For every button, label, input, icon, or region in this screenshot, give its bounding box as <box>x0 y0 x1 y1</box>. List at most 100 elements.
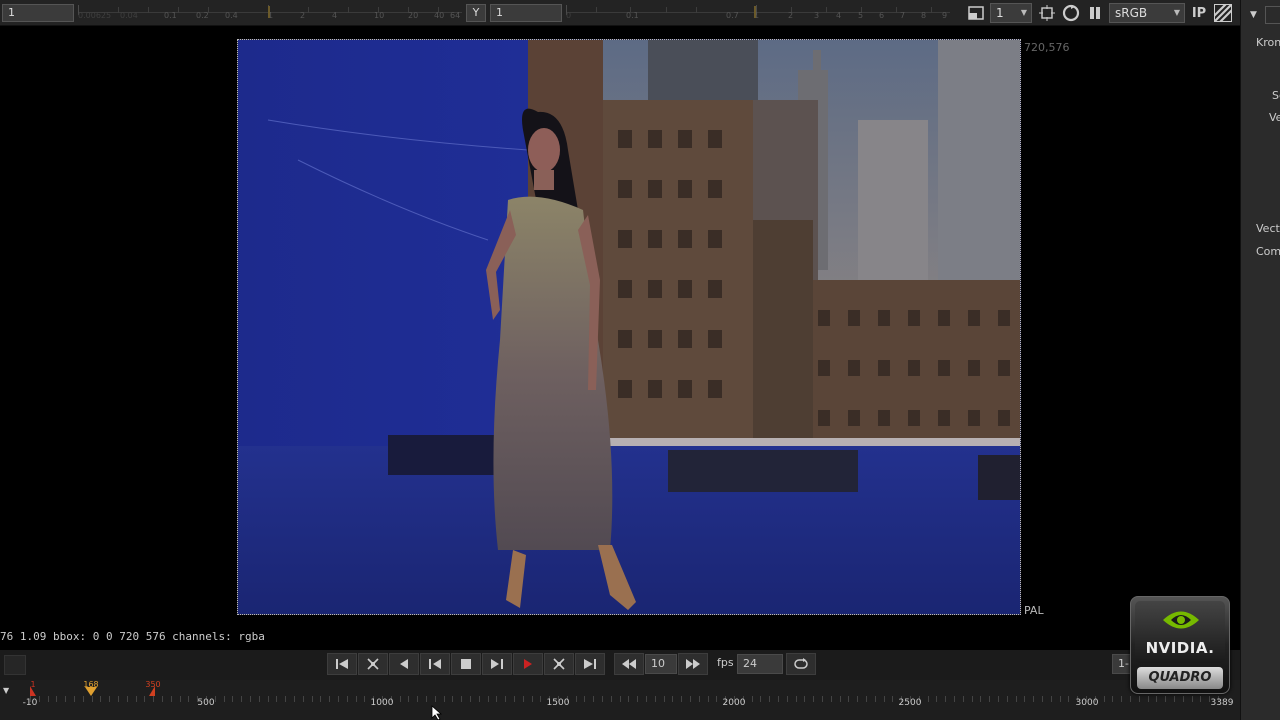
timeline-tick-label: 2500 <box>898 698 922 708</box>
lock-icon[interactable] <box>4 655 26 675</box>
property-label: Vect <box>1256 222 1280 235</box>
timeline-tick <box>470 696 471 702</box>
fps-field[interactable]: 24 <box>737 654 783 674</box>
gain-slider[interactable]: 0.00625 0.04 0.1 0.2 0.4 1 2 4 10 20 40 … <box>78 5 462 21</box>
timeline-tick <box>716 696 717 702</box>
timeline-tick <box>1139 696 1140 702</box>
gamma-slider-handle[interactable] <box>754 6 756 18</box>
timeline-tick <box>1042 696 1043 702</box>
gain-tick-label: 0.00625 <box>78 11 112 20</box>
skip-forward-button[interactable] <box>678 653 708 675</box>
input-process-dropdown[interactable]: 1 ▼ <box>990 3 1032 23</box>
property-label: Kron <box>1256 36 1280 49</box>
last-frame-button[interactable] <box>575 653 605 675</box>
timeline-tick <box>1121 696 1122 702</box>
timeline-tick <box>1051 696 1052 702</box>
timeline-tick <box>496 696 497 702</box>
timeline-tick <box>963 696 964 702</box>
timeline-tick <box>338 696 339 702</box>
timeline-tick <box>690 696 691 702</box>
timeline-tick <box>778 696 779 702</box>
timeline-tick <box>584 696 585 702</box>
timeline-tick-label: 1500 <box>546 698 570 708</box>
timeline-tick <box>320 696 321 702</box>
timeline-tick <box>364 696 365 702</box>
gamma-tick-label: 8 <box>921 11 927 20</box>
gamma-field[interactable]: 1 <box>490 4 562 22</box>
next-keyframe-button[interactable] <box>544 653 574 675</box>
timeline-tick <box>56 696 57 702</box>
gamma-slider[interactable]: 0 0.1 0.7 1 2 3 4 5 6 7 8 9 <box>566 5 950 21</box>
timeline-tick <box>848 696 849 702</box>
channel-gain-field[interactable]: 1 <box>2 4 74 22</box>
viewer-layout-icon[interactable] <box>966 3 986 23</box>
refresh-icon[interactable] <box>1061 3 1081 23</box>
timeline-ruler[interactable] <box>0 686 1240 706</box>
playhead-marker[interactable] <box>85 687 97 696</box>
gain-tick-label: 0.1 <box>164 11 177 20</box>
y-toggle-button[interactable]: Y <box>466 4 486 22</box>
timeline-tick <box>285 696 286 702</box>
stripes-icon[interactable] <box>1213 3 1233 23</box>
timeline[interactable]: ▼ -10 500 1000 1500 2000 2500 3000 3389 … <box>0 680 1240 720</box>
timeline-tick <box>329 696 330 702</box>
timeline-tick <box>1024 696 1025 702</box>
step-forward-icon <box>524 659 532 669</box>
pause-icon[interactable] <box>1085 3 1105 23</box>
collapse-triangle-icon[interactable]: ▼ <box>1250 10 1257 20</box>
play-icon <box>491 659 503 669</box>
play-backward-button[interactable] <box>420 653 450 675</box>
previous-frame-button[interactable] <box>389 653 419 675</box>
previous-keyframe-button[interactable] <box>358 653 388 675</box>
timeline-tick <box>48 696 49 702</box>
chevron-down-icon: ▼ <box>1020 8 1027 17</box>
skip-backward-button[interactable] <box>614 653 644 675</box>
roi-icon[interactable] <box>1037 3 1057 23</box>
gamma-tick-label: 5 <box>858 11 864 20</box>
timeline-tick <box>532 696 533 702</box>
timeline-tick <box>1068 696 1069 702</box>
playback-controls: 10 fps 24 1- <box>0 650 1240 680</box>
timeline-tick-label: 500 <box>197 698 215 708</box>
play-forward-button[interactable] <box>482 653 512 675</box>
timeline-tick <box>136 696 137 702</box>
in-point-marker[interactable] <box>29 686 37 696</box>
out-point-marker[interactable] <box>148 686 156 696</box>
timeline-tick <box>294 696 295 702</box>
property-label: Com <box>1256 245 1280 258</box>
viewer-canvas[interactable]: 720,576 PAL <box>0 27 1240 627</box>
first-frame-button[interactable] <box>327 653 357 675</box>
timeline-tick <box>162 696 163 702</box>
gain-tick-label: 0.04 <box>120 11 138 20</box>
quadro-product-text: QUADRO <box>1137 667 1223 689</box>
timeline-tick <box>945 696 946 702</box>
timeline-tick <box>435 696 436 702</box>
timeline-tick <box>171 696 172 702</box>
gamma-tick-label: 0 <box>566 11 572 20</box>
timeline-tick <box>1200 696 1201 702</box>
timeline-tick <box>488 696 489 702</box>
timeline-tick <box>804 696 805 702</box>
loop-mode-button[interactable] <box>786 653 816 675</box>
timeline-tick <box>954 696 955 702</box>
timeline-tick-label: 2000 <box>722 698 746 708</box>
panel-tab[interactable] <box>1265 6 1280 24</box>
timeline-tick <box>796 696 797 702</box>
viewer-lut-value: sRGB <box>1115 6 1148 20</box>
step-back-icon <box>400 659 408 669</box>
fps-label: fps <box>717 656 734 669</box>
frame-increment-field[interactable]: 10 <box>645 654 677 674</box>
viewer-lut-dropdown[interactable]: sRGB ▼ <box>1109 3 1185 23</box>
timeline-tick <box>540 696 541 702</box>
viewer-image-render <box>238 40 1020 614</box>
gain-slider-handle[interactable] <box>268 6 270 18</box>
stop-button[interactable] <box>451 653 481 675</box>
timeline-tick <box>1165 696 1166 702</box>
gain-tick-label: 0.2 <box>196 11 209 20</box>
ip-toggle-button[interactable]: IP <box>1189 3 1209 23</box>
next-frame-button[interactable] <box>513 653 543 675</box>
timeline-tick <box>875 696 876 702</box>
gamma-tick-label: 6 <box>879 11 885 20</box>
timeline-tick <box>628 696 629 702</box>
viewer-image <box>237 39 1021 615</box>
